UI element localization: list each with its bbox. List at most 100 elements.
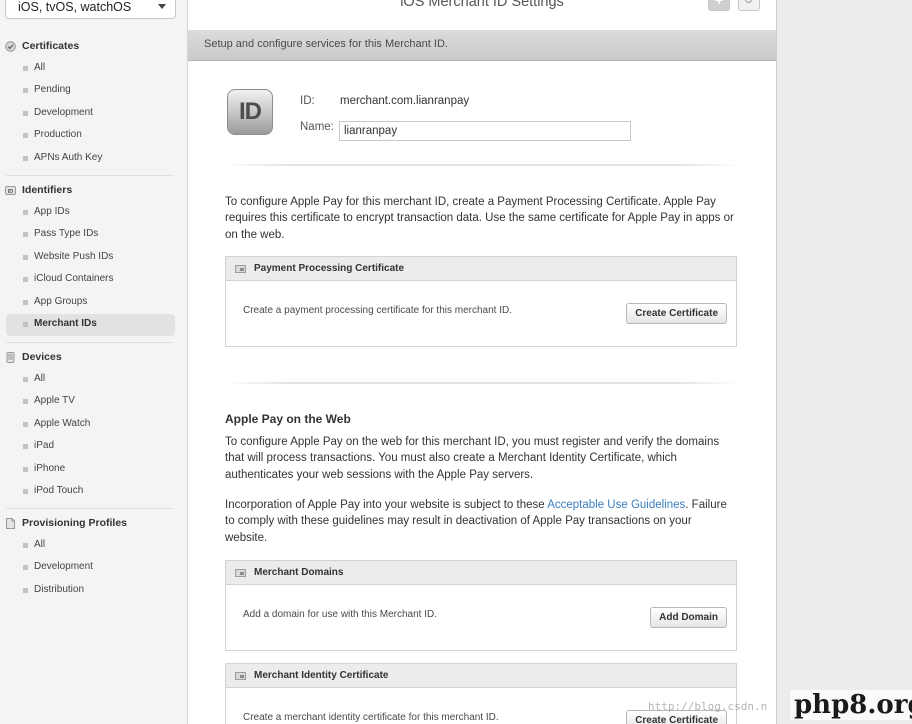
bullet-icon <box>23 321 28 327</box>
bullet-icon <box>23 543 28 548</box>
sidebar-item-app-groups[interactable]: App Groups <box>0 292 188 314</box>
merchant-domains-panel: Merchant Domains Add a domain for use wi… <box>225 560 737 651</box>
sidebar-item-production[interactable]: Production <box>0 125 188 147</box>
apple-pay-web-description: To configure Apple Pay on the web for th… <box>225 436 720 481</box>
id-label: ID: <box>300 95 315 107</box>
name-field[interactable] <box>339 121 631 141</box>
sidebar-item-devices-all[interactable]: All <box>0 369 188 391</box>
main-content: iOS Merchant ID Settings + Setup and con… <box>188 0 776 724</box>
watermark-url: http://blog.csdn.n <box>648 700 768 713</box>
sidebar-item-profiles-distribution[interactable]: Distribution <box>0 580 188 602</box>
sidebar-item-label: Production <box>34 129 82 141</box>
bullet-icon <box>23 587 28 593</box>
panel-title: Merchant Identity Certificate <box>254 670 389 681</box>
section-certificates: Certificates All Pending Development Pro… <box>0 36 188 170</box>
bullet-icon <box>23 421 28 427</box>
sidebar-item-apple-tv[interactable]: Apple TV <box>0 391 188 413</box>
panel-body: Create a payment processing certificate … <box>226 281 736 324</box>
document-icon <box>6 518 15 529</box>
divider <box>6 342 174 343</box>
payment-processing-panel: Payment Processing Certificate Create a … <box>225 256 737 347</box>
add-button[interactable]: + <box>708 0 730 11</box>
sidebar-item-certificates-all[interactable]: All <box>0 58 188 80</box>
sidebar-item-label: iPod Touch <box>34 484 84 496</box>
sidebar-item-ipod-touch[interactable]: iPod Touch <box>0 481 188 503</box>
page-title: iOS Merchant ID Settings <box>400 0 564 10</box>
bullet-icon <box>23 277 28 283</box>
id-value: merchant.com.lianranpay <box>340 95 470 107</box>
sidebar-item-label: All <box>34 373 46 384</box>
platform-select[interactable]: iOS, tvOS, watchOS <box>5 0 176 19</box>
sidebar-item-apple-watch[interactable]: Apple Watch <box>0 414 188 436</box>
section-header-certificates[interactable]: Certificates <box>0 36 188 58</box>
section-title: Devices <box>22 351 62 363</box>
bullet-icon <box>23 254 28 260</box>
sidebar-item-icloud-containers[interactable]: iCloud Containers <box>0 269 188 291</box>
sidebar-item-development[interactable]: Development <box>0 103 188 125</box>
bullet-icon <box>23 565 28 571</box>
domain-icon <box>235 569 246 577</box>
sidebar-item-label: Apple Watch <box>34 417 91 429</box>
bullet-icon <box>23 488 28 494</box>
check-badge-icon <box>5 41 16 52</box>
divider <box>6 508 174 509</box>
acceptable-use-guidelines-link[interactable]: Acceptable Use Guidelines <box>547 499 685 511</box>
sidebar-item-label: Pending <box>34 84 71 96</box>
bullet-icon <box>23 466 28 472</box>
section-header-identifiers[interactable]: ID Identifiers <box>0 180 188 202</box>
section-provisioning-profiles: Provisioning Profiles All Development Di… <box>0 513 188 602</box>
sidebar-item-merchant-ids[interactable]: Merchant IDs <box>6 313 175 337</box>
bullet-icon <box>23 110 28 116</box>
sidebar-item-label: App IDs <box>34 206 70 217</box>
section-header-devices[interactable]: Devices <box>0 347 188 369</box>
sidebar-item-label: App Groups <box>34 295 88 307</box>
panel-header: Payment Processing Certificate <box>226 257 736 281</box>
divider <box>6 175 174 176</box>
sidebar-item-ipad[interactable]: iPad <box>0 436 188 458</box>
sidebar-item-apns-auth-key[interactable]: APNs Auth Key <box>0 148 188 170</box>
panel-description: Create a merchant identity certificate f… <box>243 712 499 723</box>
sidebar-item-app-ids[interactable]: App IDs <box>0 202 188 224</box>
panel-description: Add a domain for use with this Merchant … <box>243 609 437 620</box>
sidebar-item-pending[interactable]: Pending <box>0 80 188 102</box>
add-domain-button[interactable]: Add Domain <box>650 607 727 628</box>
sidebar-item-profiles-all[interactable]: All <box>0 535 188 557</box>
panel-title: Merchant Domains <box>254 567 344 578</box>
section-identifiers: ID Identifiers App IDs Pass Type IDs Web… <box>0 180 188 337</box>
bullet-icon <box>23 210 28 215</box>
section-title: Identifiers <box>22 184 73 196</box>
sidebar-item-profiles-development[interactable]: Development <box>0 557 188 579</box>
merchant-identity-panel: Merchant Identity Certificate Create a m… <box>225 663 737 724</box>
sidebar-item-label: Merchant IDs <box>34 317 97 329</box>
divider <box>224 164 740 166</box>
id-badge-icon: ID <box>5 186 16 195</box>
sidebar-item-label: Development <box>34 106 93 118</box>
bullet-icon <box>23 133 28 139</box>
sidebar-item-label: Distribution <box>34 583 85 595</box>
device-icon <box>6 352 15 363</box>
create-payment-certificate-button[interactable]: Create Certificate <box>626 303 727 324</box>
info-banner: Setup and configure services for this Me… <box>188 30 776 61</box>
sidebar-item-label: All <box>34 539 46 550</box>
section-devices: Devices All Apple TV Apple Watch iPad iP… <box>0 347 188 503</box>
sidebar-item-label: Apple TV <box>34 395 75 407</box>
sidebar-item-label: iPad <box>34 440 55 452</box>
sidebar-item-website-push-ids[interactable]: Website Push IDs <box>0 247 188 269</box>
payment-intro-text: To configure Apple Pay for this merchant… <box>225 196 734 241</box>
sidebar-item-pass-type-ids[interactable]: Pass Type IDs <box>0 224 188 246</box>
sidebar-item-label: Website Push IDs <box>34 250 114 262</box>
search-button[interactable] <box>738 0 760 11</box>
bullet-icon <box>23 66 28 71</box>
section-header-provisioning-profiles[interactable]: Provisioning Profiles <box>0 513 188 535</box>
sidebar-item-label: iPhone <box>34 462 66 474</box>
section-title: Provisioning Profiles <box>22 517 128 529</box>
certificate-icon <box>235 265 246 273</box>
panel-title: Payment Processing Certificate <box>254 263 405 274</box>
sidebar-item-iphone[interactable]: iPhone <box>0 459 188 481</box>
sidebar-item-label: All <box>34 62 46 73</box>
sidebar-item-label: Development <box>34 561 93 573</box>
sidebar-item-label: Pass Type IDs <box>34 228 99 240</box>
sidebar-item-label: iCloud Containers <box>34 273 114 285</box>
bullet-icon <box>23 444 28 450</box>
bullet-icon <box>23 88 28 94</box>
